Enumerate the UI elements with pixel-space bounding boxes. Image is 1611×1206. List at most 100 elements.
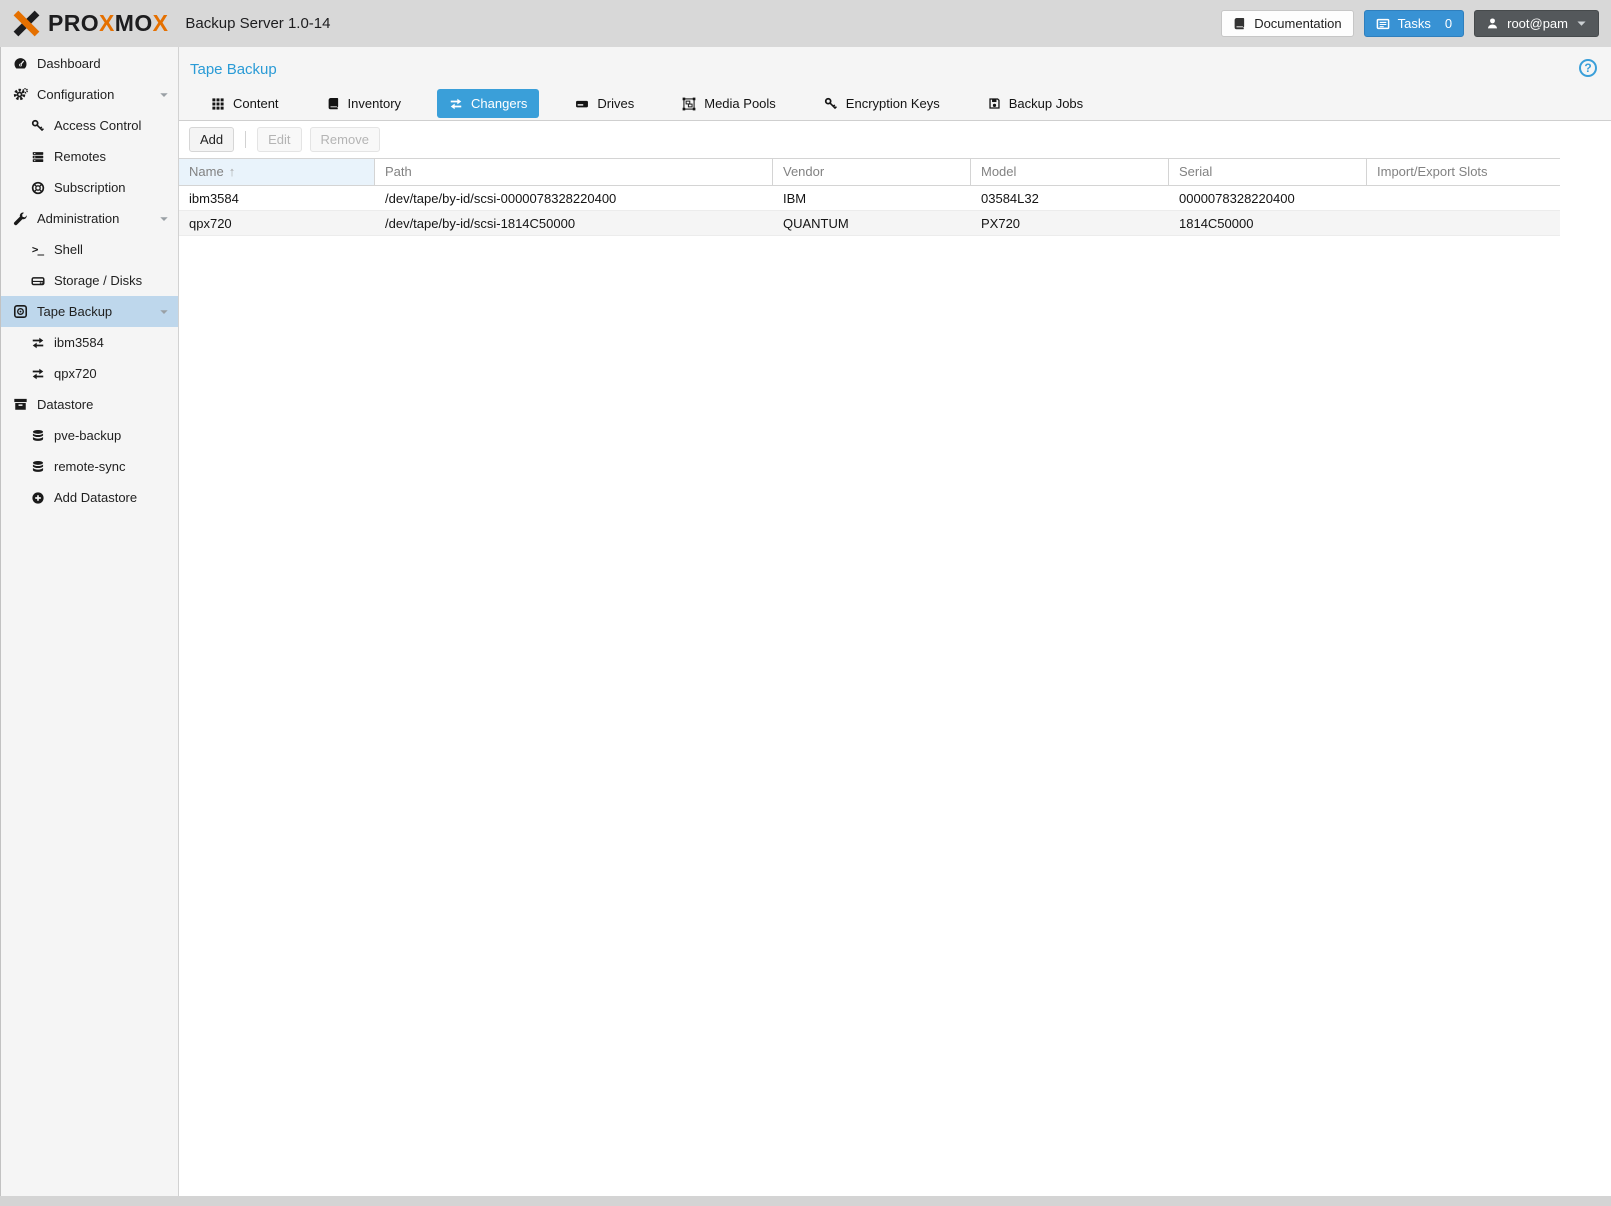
hard-drive-icon	[29, 274, 46, 288]
edit-button[interactable]: Edit	[257, 127, 301, 152]
key-icon	[29, 119, 46, 133]
tab-changers[interactable]: Changers	[437, 89, 539, 118]
cell-vendor: IBM	[773, 186, 971, 210]
main-content: Tape Backup ? Content Inventory	[179, 47, 1611, 1196]
sidebar-item-label: Access Control	[54, 118, 141, 133]
object-group-icon	[682, 97, 696, 111]
sidebar-item-label: Remotes	[54, 149, 106, 164]
column-header-import-export-slots[interactable]: Import/Export Slots	[1367, 159, 1560, 185]
remove-button[interactable]: Remove	[310, 127, 380, 152]
sidebar-item-dashboard[interactable]: Dashboard	[1, 48, 178, 79]
tape-icon	[12, 304, 29, 319]
table-row[interactable]: qpx720 /dev/tape/by-id/scsi-1814C50000 Q…	[179, 211, 1560, 236]
sidebar-item-qpx720[interactable]: qpx720	[1, 358, 178, 389]
cell-name: ibm3584	[179, 186, 375, 210]
window-bottom-edge	[0, 1196, 1611, 1206]
sidebar: Dashboard Configuration Access Control R…	[1, 47, 179, 1196]
sidebar-item-datastore[interactable]: Datastore	[1, 389, 178, 420]
tab-bar: Content Inventory Changers	[179, 89, 1611, 120]
page-title: Tape Backup	[190, 61, 277, 78]
dashboard-icon	[12, 56, 29, 71]
book-icon	[1233, 17, 1246, 30]
plus-circle-icon	[29, 491, 46, 505]
chevron-down-icon[interactable]	[159, 307, 169, 317]
tasks-button[interactable]: Tasks 0	[1364, 10, 1464, 37]
sidebar-item-configuration[interactable]: Configuration	[1, 79, 178, 110]
sidebar-item-label: qpx720	[54, 366, 97, 381]
proxmox-logo: PROXMOX Backup Server 1.0-14	[12, 9, 330, 38]
table-header-row: Name↑ Path Vendor Model Serial Import/Ex…	[179, 158, 1560, 186]
cell-vendor: QUANTUM	[773, 211, 971, 235]
server-list-icon	[29, 150, 46, 164]
add-button[interactable]: Add	[189, 127, 234, 152]
changers-table: Name↑ Path Vendor Model Serial Import/Ex…	[179, 158, 1560, 236]
sidebar-item-administration[interactable]: Administration	[1, 203, 178, 234]
archive-icon	[12, 397, 29, 412]
wrench-icon	[12, 211, 29, 226]
sidebar-item-label: Shell	[54, 242, 83, 257]
database-icon	[29, 460, 46, 474]
sidebar-item-label: Add Datastore	[54, 490, 137, 505]
sidebar-item-label: pve-backup	[54, 428, 121, 443]
sidebar-item-shell[interactable]: >_ Shell	[1, 234, 178, 265]
task-list-icon	[1376, 17, 1390, 31]
cell-path: /dev/tape/by-id/scsi-0000078328220400	[375, 186, 773, 210]
user-icon	[1486, 17, 1499, 30]
sidebar-item-access-control[interactable]: Access Control	[1, 110, 178, 141]
top-bar: PROXMOX Backup Server 1.0-14 Documentati…	[0, 0, 1611, 47]
sidebar-item-label: Dashboard	[37, 56, 101, 71]
tab-media-pools[interactable]: Media Pools	[670, 89, 788, 118]
cell-model: PX720	[971, 211, 1169, 235]
tab-content[interactable]: Content	[199, 89, 291, 118]
sidebar-item-pve-backup[interactable]: pve-backup	[1, 420, 178, 451]
sidebar-item-subscription[interactable]: Subscription	[1, 172, 178, 203]
sidebar-item-label: Configuration	[37, 87, 114, 102]
content-header: Tape Backup ? Content Inventory	[179, 47, 1611, 121]
chevron-down-icon[interactable]	[159, 90, 169, 100]
sidebar-item-add-datastore[interactable]: Add Datastore	[1, 482, 178, 513]
sidebar-item-label: Tape Backup	[37, 304, 112, 319]
exchange-icon	[29, 336, 46, 350]
sidebar-item-tape-backup[interactable]: Tape Backup	[1, 296, 178, 327]
sidebar-item-label: Storage / Disks	[54, 273, 142, 288]
column-header-vendor[interactable]: Vendor	[773, 159, 971, 185]
documentation-button[interactable]: Documentation	[1221, 10, 1353, 37]
tab-backup-jobs[interactable]: Backup Jobs	[976, 89, 1095, 118]
sidebar-item-ibm3584[interactable]: ibm3584	[1, 327, 178, 358]
sidebar-item-label: ibm3584	[54, 335, 104, 350]
gears-icon	[12, 87, 29, 102]
user-menu-button[interactable]: root@pam	[1474, 10, 1599, 37]
database-icon	[29, 429, 46, 443]
tab-drives[interactable]: Drives	[563, 89, 646, 118]
cell-serial: 0000078328220400	[1169, 186, 1367, 210]
sidebar-item-label: Datastore	[37, 397, 93, 412]
cell-slots	[1367, 211, 1560, 235]
sidebar-item-storage-disks[interactable]: Storage / Disks	[1, 265, 178, 296]
book-icon	[327, 97, 340, 110]
sidebar-item-label: Subscription	[54, 180, 126, 195]
tab-encryption-keys[interactable]: Encryption Keys	[812, 89, 952, 118]
sidebar-item-remotes[interactable]: Remotes	[1, 141, 178, 172]
cell-path: /dev/tape/by-id/scsi-1814C50000	[375, 211, 773, 235]
sort-ascending-icon: ↑	[229, 164, 236, 179]
drive-icon	[575, 97, 589, 111]
brand-wordmark: PROXMOX	[48, 10, 168, 37]
column-header-model[interactable]: Model	[971, 159, 1169, 185]
table-row[interactable]: ibm3584 /dev/tape/by-id/scsi-00000783282…	[179, 186, 1560, 211]
tasks-count-badge: 0	[1445, 16, 1452, 31]
column-header-name[interactable]: Name↑	[179, 159, 375, 185]
key-icon	[824, 97, 838, 111]
column-header-path[interactable]: Path	[375, 159, 773, 185]
terminal-icon: >_	[29, 243, 46, 256]
chevron-down-icon[interactable]	[159, 214, 169, 224]
life-ring-icon	[29, 181, 46, 195]
sidebar-item-label: remote-sync	[54, 459, 126, 474]
tab-inventory[interactable]: Inventory	[315, 89, 413, 118]
cell-model: 03584L32	[971, 186, 1169, 210]
sidebar-item-label: Administration	[37, 211, 119, 226]
sidebar-item-remote-sync[interactable]: remote-sync	[1, 451, 178, 482]
help-icon[interactable]: ?	[1579, 59, 1597, 77]
toolbar-separator	[245, 131, 246, 148]
column-header-serial[interactable]: Serial	[1169, 159, 1367, 185]
proxmox-x-mark-icon	[12, 9, 41, 38]
